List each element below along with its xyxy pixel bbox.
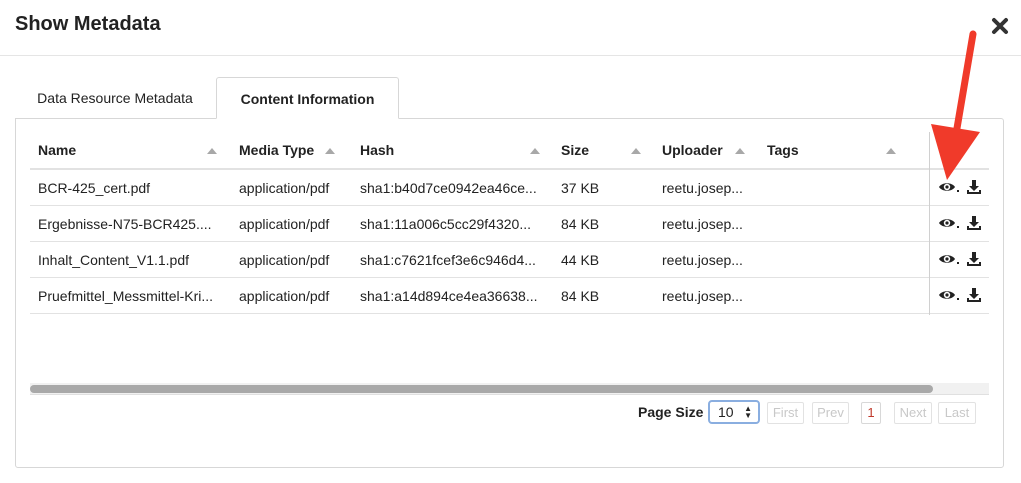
cell-tags	[767, 170, 897, 205]
cell-name: BCR-425_cert.pdf	[38, 179, 151, 196]
pagination-bar: Page Size 10 ▲ ▼ First Prev 1 Next Last	[30, 398, 989, 428]
sort-arrow-icon[interactable]	[530, 148, 540, 154]
actions-column-divider	[929, 132, 930, 315]
sort-arrow-icon[interactable]	[886, 148, 896, 154]
cell-tags	[767, 206, 897, 241]
content-table: Name Media Type Hash Size Uploader Tags …	[30, 132, 989, 315]
cell-name: Pruefmittel_Messmittel-Kri...	[38, 287, 214, 304]
cell-uploader: reetu.josep...	[662, 251, 743, 268]
table-row: BCR-425_cert.pdf application/pdf sha1:b4…	[30, 170, 989, 206]
sort-arrow-icon[interactable]	[207, 148, 217, 154]
cell-media-type: application/pdf	[239, 287, 330, 304]
page-size-value: 10	[718, 404, 734, 420]
download-icon[interactable]	[966, 180, 982, 200]
dialog-title: Show Metadata	[15, 13, 161, 35]
cell-hash: sha1:c7621fcef3e6c946d4...	[360, 251, 536, 268]
prev-page-button[interactable]: Prev	[812, 402, 849, 424]
cell-media-type: application/pdf	[239, 179, 330, 196]
cell-uploader: reetu.josep...	[662, 215, 743, 232]
download-icon[interactable]	[966, 216, 982, 236]
last-page-button[interactable]: Last	[938, 402, 976, 424]
column-header-hash[interactable]: Hash	[360, 132, 550, 168]
eye-icon[interactable]	[938, 252, 960, 271]
table-row: Ergebnisse-N75-BCR425.... application/pd…	[30, 206, 989, 242]
column-header-size[interactable]: Size	[561, 132, 641, 168]
sort-arrow-icon[interactable]	[735, 148, 745, 154]
page-size-select[interactable]: 10 ▲ ▼	[708, 400, 760, 424]
cell-uploader: reetu.josep...	[662, 287, 743, 304]
horizontal-scrollbar[interactable]	[30, 383, 989, 395]
cell-hash: sha1:a14d894ce4ea36638...	[360, 287, 538, 304]
cell-uploader: reetu.josep...	[662, 179, 743, 196]
tab-bar: Data Resource Metadata Content Informati…	[15, 77, 1005, 119]
tab-content-information[interactable]: Content Information	[216, 77, 399, 119]
sort-arrow-icon[interactable]	[325, 148, 335, 154]
cell-tags	[767, 242, 897, 277]
dialog-header: Show Metadata	[0, 0, 1021, 56]
table-row: Inhalt_Content_V1.1.pdf application/pdf …	[30, 242, 989, 278]
cell-size: 84 KB	[561, 287, 600, 304]
eye-icon[interactable]	[938, 180, 960, 199]
download-icon[interactable]	[966, 288, 982, 308]
cell-name: Ergebnisse-N75-BCR425....	[38, 215, 212, 232]
column-header-name[interactable]: Name	[38, 132, 228, 168]
first-page-button[interactable]: First	[767, 402, 804, 424]
close-icon[interactable]	[991, 17, 1009, 35]
download-icon[interactable]	[966, 252, 982, 272]
cell-media-type: application/pdf	[239, 215, 330, 232]
cell-size: 37 KB	[561, 179, 600, 196]
column-header-tags[interactable]: Tags	[767, 132, 897, 168]
scrollbar-thumb[interactable]	[30, 385, 933, 393]
tab-data-resource-metadata[interactable]: Data Resource Metadata	[15, 77, 215, 119]
cell-size: 84 KB	[561, 215, 600, 232]
sort-arrow-icon[interactable]	[631, 148, 641, 154]
cell-size: 44 KB	[561, 251, 600, 268]
table-header-row: Name Media Type Hash Size Uploader Tags	[30, 132, 989, 170]
eye-icon[interactable]	[938, 216, 960, 235]
eye-icon[interactable]	[938, 288, 960, 307]
cell-hash: sha1:b40d7ce0942ea46ce...	[360, 179, 537, 196]
cell-media-type: application/pdf	[239, 251, 330, 268]
current-page-button[interactable]: 1	[861, 402, 881, 424]
table-row: Pruefmittel_Messmittel-Kri... applicatio…	[30, 278, 989, 314]
page-size-label: Page Size	[638, 404, 704, 420]
cell-hash: sha1:11a006c5cc29f4320...	[360, 215, 531, 232]
cell-tags	[767, 278, 897, 313]
next-page-button[interactable]: Next	[894, 402, 932, 424]
cell-name: Inhalt_Content_V1.1.pdf	[38, 251, 190, 268]
select-caret-icon: ▲ ▼	[744, 404, 752, 420]
